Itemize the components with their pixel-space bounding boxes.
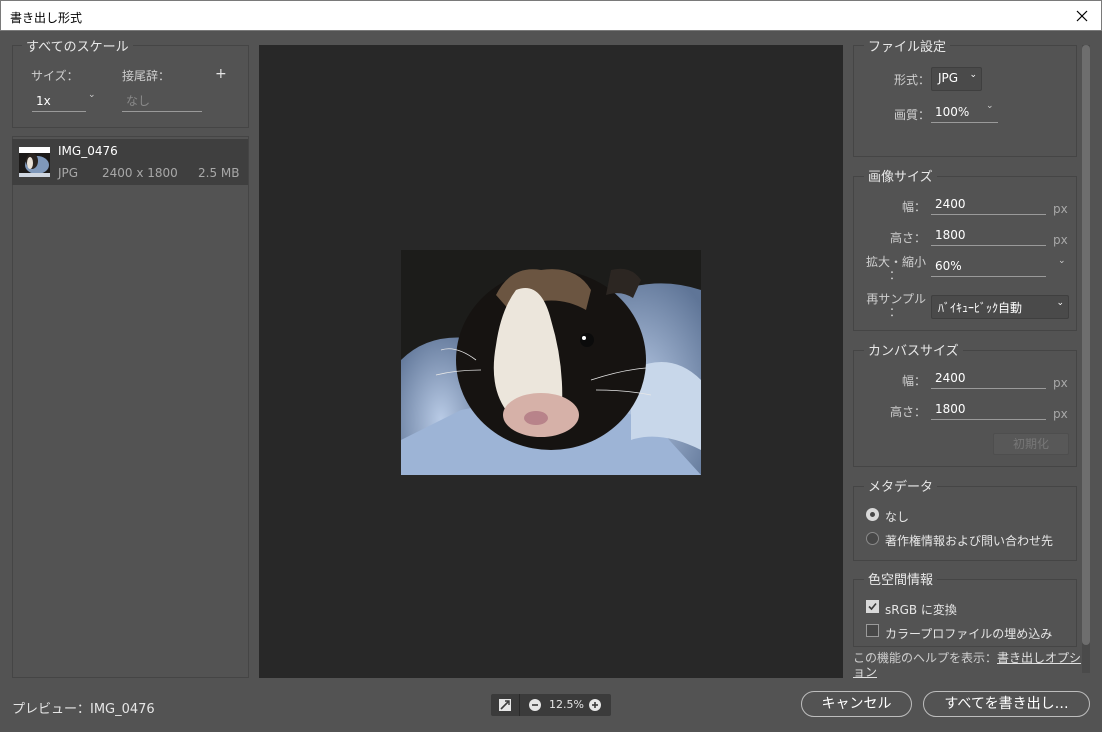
file-dimensions: 2400 x 1800 bbox=[102, 166, 178, 180]
canvas-width-input[interactable]: 2400 bbox=[931, 370, 1046, 389]
file-settings-legend: ファイル設定 bbox=[864, 36, 951, 55]
srgb-checkbox[interactable] bbox=[866, 600, 879, 613]
scale-label-line2: ： bbox=[888, 268, 901, 282]
size-label: サイズ： bbox=[31, 69, 79, 83]
srgb-label[interactable]: sRGB に変換 bbox=[885, 601, 957, 618]
canvas-height-input[interactable]: 1800 bbox=[931, 401, 1046, 420]
checkmark-icon bbox=[868, 602, 877, 611]
preview-area[interactable] bbox=[259, 45, 843, 678]
scale-label-line1: 拡大・縮小 bbox=[865, 255, 926, 269]
size-chevron-down-icon[interactable]: ⌄ bbox=[88, 90, 96, 100]
zoom-controls: 12.5% bbox=[491, 694, 611, 716]
metadata-none-label[interactable]: なし bbox=[885, 508, 909, 525]
image-width-label: 幅： bbox=[901, 200, 926, 214]
canvas-width-unit: px bbox=[1053, 376, 1068, 390]
quality-chevron-down-icon[interactable]: ⌄ bbox=[986, 101, 994, 111]
scale-value: 60% bbox=[935, 259, 962, 273]
format-select[interactable]: JPG ⌄ bbox=[931, 67, 982, 91]
metadata-copyright-label[interactable]: 著作権情報および問い合わせ先 bbox=[885, 532, 1053, 549]
image-height-value: 1800 bbox=[935, 228, 966, 242]
file-settings-group bbox=[853, 45, 1077, 157]
resample-chevron-down-icon: ⌄ bbox=[1056, 298, 1064, 308]
scales-legend: すべてのスケール bbox=[22, 36, 133, 55]
format-chevron-down-icon: ⌄ bbox=[969, 70, 977, 80]
size-value: 1x bbox=[36, 94, 51, 108]
embed-profile-checkbox[interactable] bbox=[866, 624, 879, 637]
image-width-input[interactable]: 2400 bbox=[931, 196, 1046, 215]
format-label: 形式： bbox=[894, 73, 931, 87]
file-list bbox=[12, 136, 249, 678]
metadata-none-radio[interactable] bbox=[866, 508, 879, 521]
export-all-button[interactable]: すべてを書き出し… bbox=[923, 691, 1090, 717]
canvas-width-label: 幅： bbox=[901, 374, 926, 388]
image-width-unit: px bbox=[1053, 202, 1068, 216]
quality-value: 100% bbox=[935, 105, 970, 119]
metadata-copyright-radio[interactable] bbox=[866, 532, 879, 545]
image-height-input[interactable]: 1800 bbox=[931, 227, 1046, 246]
scrollbar-thumb[interactable] bbox=[1082, 45, 1090, 645]
resample-label-line1: 再サンプル bbox=[866, 292, 926, 306]
file-size: 2.5 MB bbox=[198, 166, 240, 180]
canvas-width-value: 2400 bbox=[935, 371, 966, 385]
zoom-divider bbox=[519, 694, 520, 716]
zoom-out-icon[interactable] bbox=[529, 699, 541, 711]
help-prefix: この機能のヘルプを表示： bbox=[853, 651, 998, 665]
resample-select[interactable]: ﾊﾞｲｷｭｰﾋﾞｯｸ自動 ⌄ bbox=[931, 295, 1069, 319]
close-icon[interactable] bbox=[1071, 5, 1093, 27]
resample-label: 再サンプル ： bbox=[860, 293, 926, 319]
file-thumbnail bbox=[19, 147, 50, 177]
suffix-label: 接尾辞： bbox=[122, 69, 171, 83]
resample-value: ﾊﾞｲｷｭｰﾋﾞｯｸ自動 bbox=[938, 301, 1023, 315]
suffix-input[interactable]: なし bbox=[122, 93, 202, 112]
canvas-height-label: 高さ： bbox=[889, 405, 926, 419]
fit-view-icon[interactable] bbox=[498, 698, 512, 712]
settings-scrollbar[interactable] bbox=[1082, 45, 1090, 673]
file-format: JPG bbox=[58, 166, 79, 180]
image-height-label: 高さ： bbox=[889, 231, 926, 245]
reset-button[interactable]: 初期化 bbox=[993, 433, 1069, 455]
scales-group bbox=[12, 45, 249, 128]
color-space-legend: 色空間情報 bbox=[864, 569, 938, 588]
canvas-size-legend: カンバスサイズ bbox=[864, 340, 963, 359]
zoom-value: 12.5% bbox=[549, 698, 584, 711]
scale-field[interactable]: 60% bbox=[931, 258, 1046, 277]
title-bar: 書き出し形式 bbox=[0, 0, 1102, 31]
zoom-in-icon[interactable] bbox=[589, 699, 601, 711]
format-value: JPG bbox=[938, 71, 959, 85]
scale-chevron-down-icon[interactable]: ⌄ bbox=[1058, 256, 1066, 266]
help-text: この機能のヘルプを表示：書き出しオプション bbox=[853, 651, 1086, 679]
resample-label-line2: ： bbox=[888, 305, 901, 319]
canvas-height-value: 1800 bbox=[935, 402, 966, 416]
preview-label: プレビュー：IMG_0476 bbox=[12, 702, 155, 717]
file-name: IMG_0476 bbox=[58, 144, 118, 158]
window-title: 書き出し形式 bbox=[10, 11, 83, 25]
image-height-unit: px bbox=[1053, 233, 1068, 247]
add-scale-icon[interactable]: + bbox=[215, 66, 227, 82]
canvas-height-unit: px bbox=[1053, 407, 1068, 421]
scale-label: 拡大・縮小 ： bbox=[860, 256, 926, 282]
image-width-value: 2400 bbox=[935, 197, 966, 211]
metadata-legend: メタデータ bbox=[864, 476, 938, 495]
embed-profile-label[interactable]: カラープロファイルの埋め込み bbox=[885, 625, 1052, 642]
file-list-item[interactable]: IMG_0476 JPG 2400 x 1800 2.5 MB bbox=[12, 139, 248, 185]
preview-image bbox=[401, 250, 701, 475]
size-select[interactable]: 1x bbox=[32, 93, 86, 112]
suffix-placeholder: なし bbox=[126, 94, 151, 108]
quality-label: 画質： bbox=[894, 108, 931, 122]
cancel-button[interactable]: キャンセル bbox=[801, 691, 912, 717]
image-size-legend: 画像サイズ bbox=[864, 166, 937, 185]
